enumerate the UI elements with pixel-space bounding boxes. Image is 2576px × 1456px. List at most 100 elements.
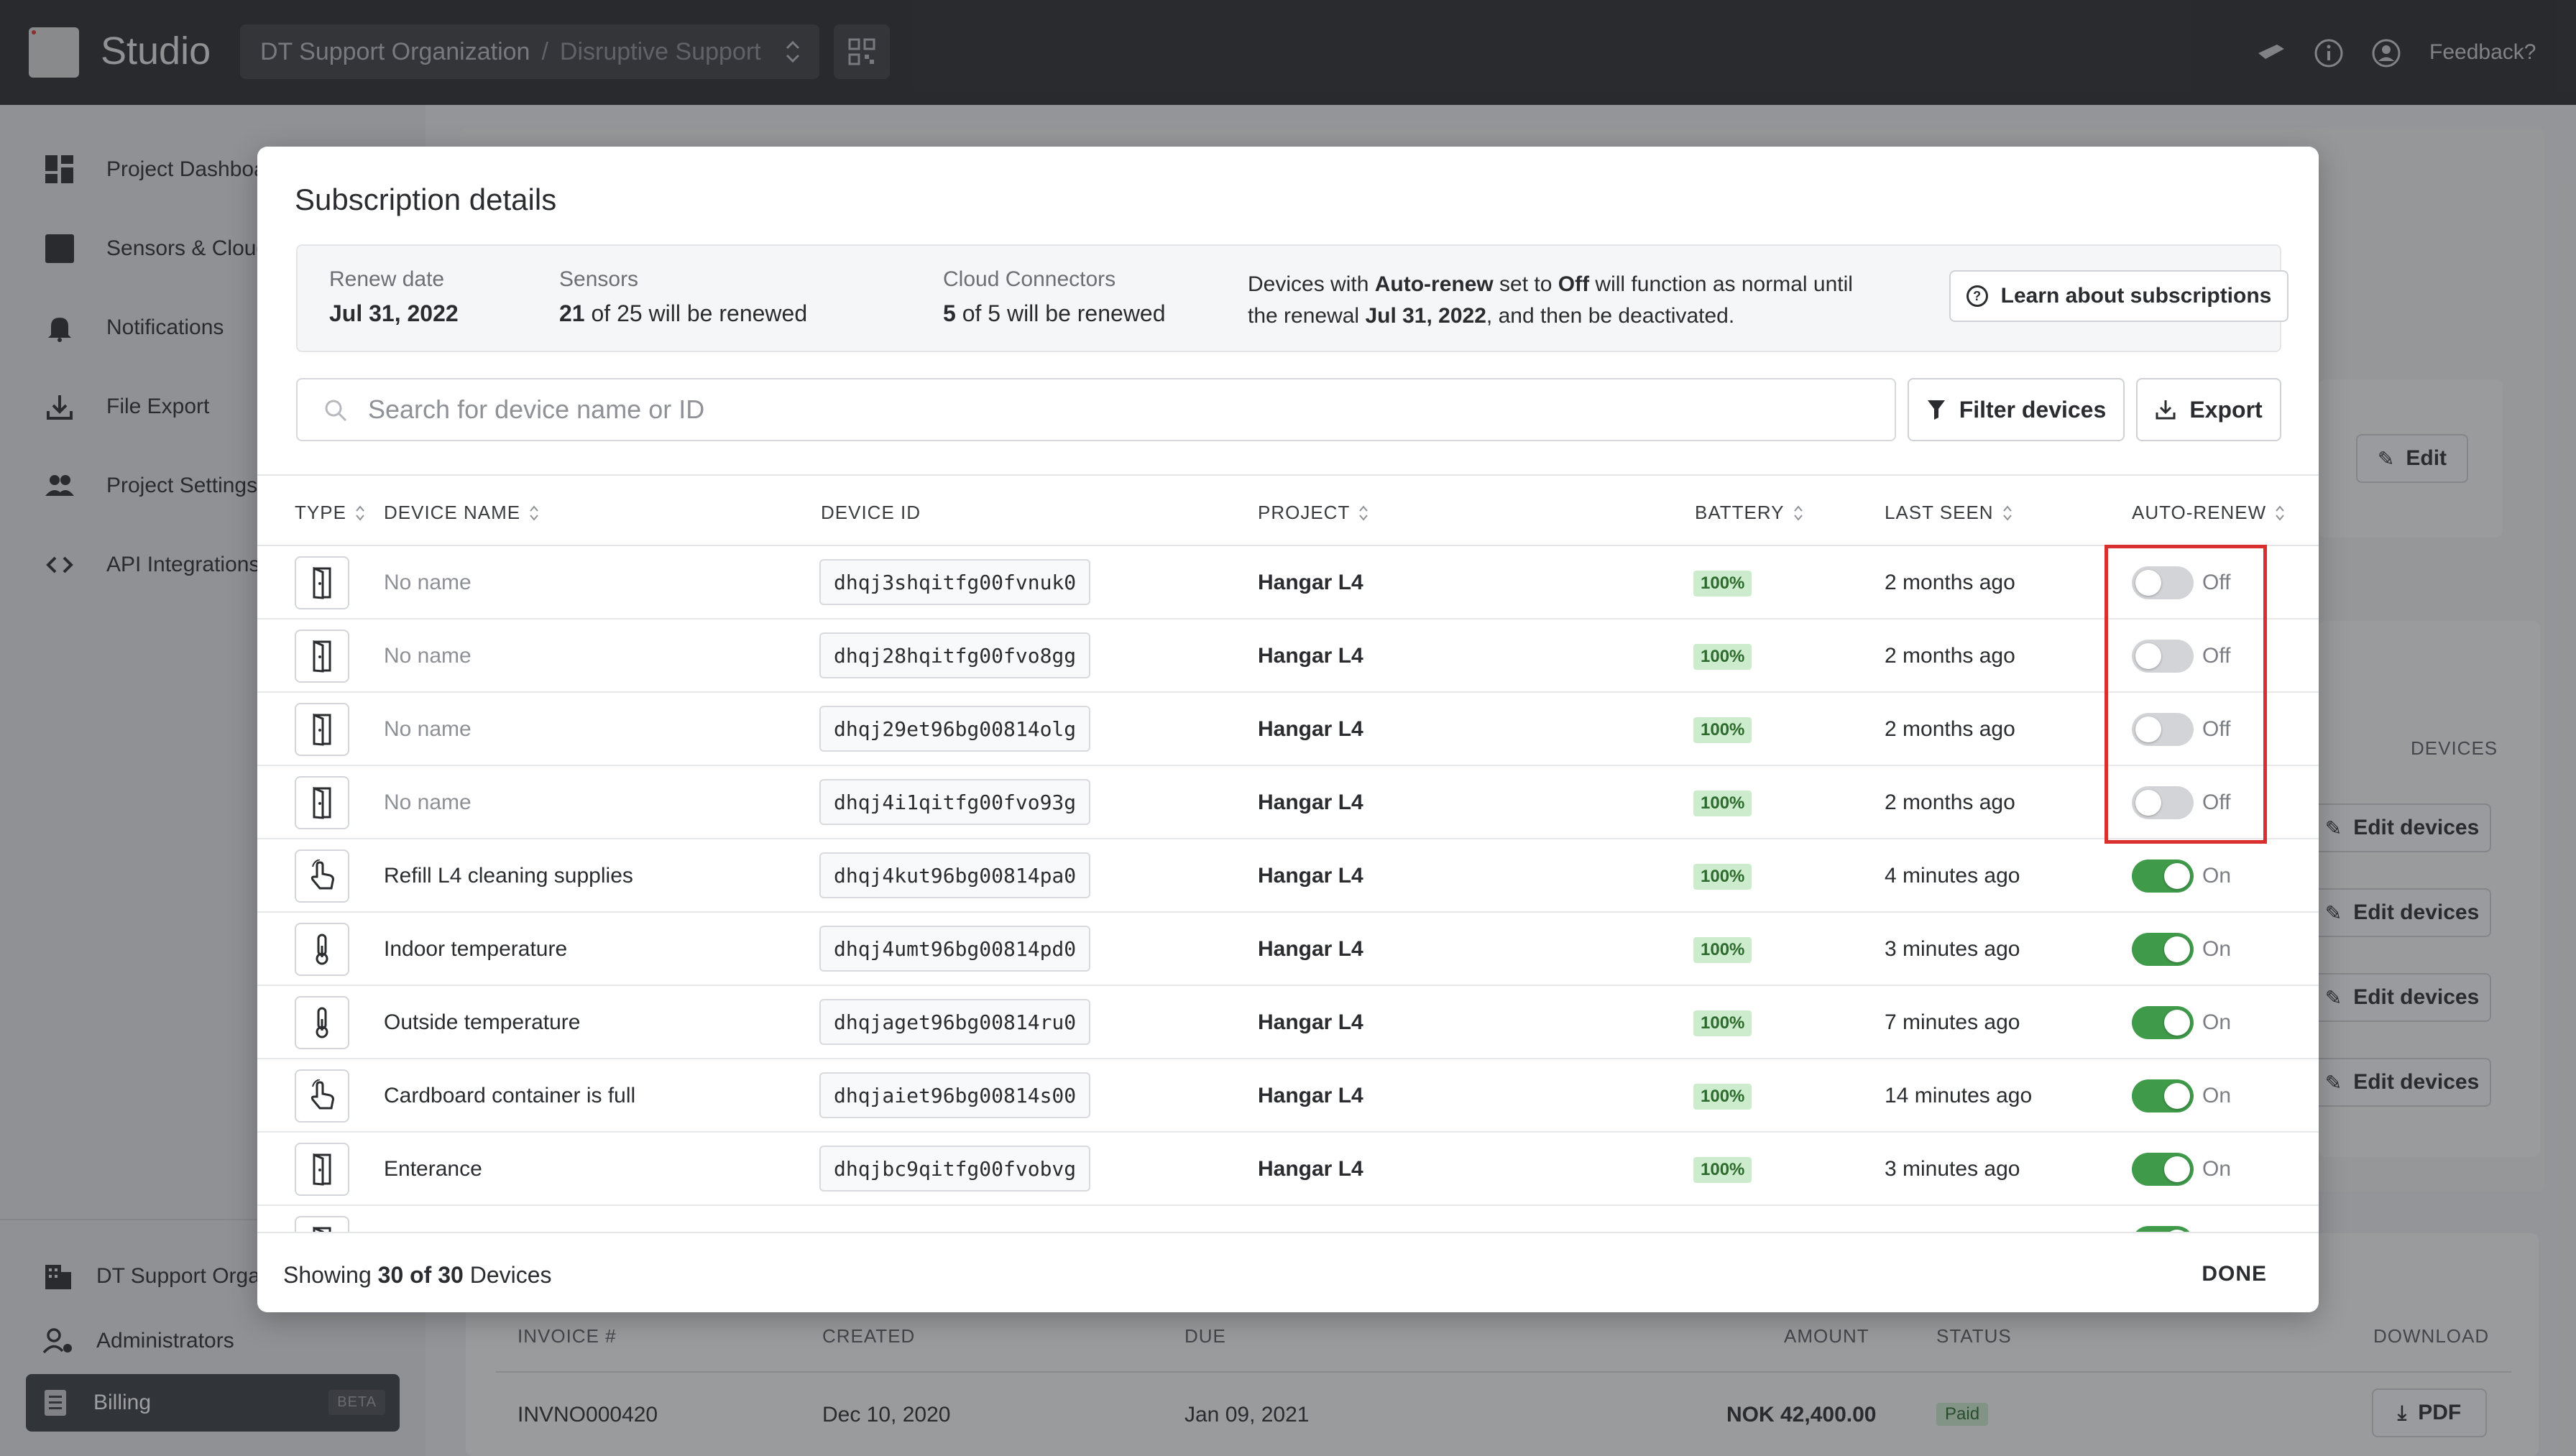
auto-renew-toggle[interactable] [2132,1079,2194,1112]
auto-renew-state: On [2202,1010,2232,1034]
temperature-sensor-icon [295,996,349,1049]
download-icon [2156,400,2176,420]
sort-icon [2276,504,2284,521]
toggle-knob [2164,1156,2190,1182]
last-seen: 4 minutes ago [1885,864,2020,888]
showing-count: Showing 30 of 30 Devices [283,1262,552,1288]
device-id: dhqj28hqitfg00fvo8gg [819,632,1091,678]
toggle-knob [2164,936,2190,962]
table-row: Outside temperature dhqjaget96bg00814ru0 H… [257,986,2319,1059]
search-icon [325,400,347,422]
device-name[interactable]: No name [384,791,472,815]
auto-renew-state: On [2202,937,2232,961]
device-name[interactable]: Indoor temperature [384,937,567,962]
device-name[interactable]: No name [384,644,472,668]
battery-badge: 100% [1693,644,1752,670]
export-button[interactable]: Export [2136,378,2281,441]
device-project: Hangar L4 [1258,644,1363,668]
filter-devices-button[interactable]: Filter devices [1908,378,2125,441]
sort-icon [530,504,538,521]
table-row: No name dhqj29et96bg00814olg Hangar L4 100%… [257,693,2319,766]
battery-badge: 100% [1693,791,1752,816]
device-project: Hangar L4 [1258,717,1363,741]
cloud-connectors-block: Cloud Connectors 5 of 5 will be renewed [943,267,1166,327]
devices-table-header: TYPE DEVICE NAME DEVICE ID PROJECT BATTE… [257,474,2319,546]
device-project: Hangar L4 [1258,791,1363,814]
column-project[interactable]: PROJECT [1258,502,1368,524]
device-project: Hangar L4 [1258,1157,1363,1181]
battery-badge: 100% [1693,571,1752,596]
device-name[interactable]: Refill L4 cleaning supplies [384,864,633,888]
device-id: dhqj3shqitfg00fvnuk0 [819,559,1091,605]
modal-footer: Showing 30 of 30 Devices DONE [257,1232,2319,1312]
device-id: dhqj4i1qitfg00fvo93g [819,779,1091,825]
table-row: No name dhqj28hqitfg00fvo8gg Hangar L4 100%… [257,619,2319,693]
sort-icon [1359,504,1368,521]
sort-icon [1793,504,1803,521]
column-device-id: DEVICE ID [821,502,921,523]
temperature-sensor-icon [295,923,349,976]
device-id: dhqj4kut96bg00814pa0 [819,852,1091,898]
renew-date-label: Renew date [329,267,445,291]
device-name[interactable]: No name [384,717,472,742]
device-name[interactable]: Cardboard container is full [384,1084,635,1108]
column-last-seen[interactable]: LAST SEEN [1885,502,2012,524]
column-device-name[interactable]: DEVICE NAME [384,502,539,524]
last-seen: 3 minutes ago [1885,937,2020,961]
table-row: No name dhqj3shqitfg00fvnuk0 Hangar L4 100%… [257,546,2319,619]
sort-icon [2002,504,2012,521]
device-project: Hangar L4 [1258,1010,1363,1034]
sort-icon [356,504,364,521]
auto-renew-toggle[interactable] [2132,1006,2194,1039]
device-name[interactable]: Enterance [384,1157,482,1181]
battery-badge: 100% [1693,937,1752,963]
sensors-value: 21 of 25 will be renewed [559,300,808,326]
column-auto-renew[interactable]: AUTO-RENEW [2132,502,2285,524]
modal-title: Subscription details [295,183,557,216]
device-project: Hangar L4 [1258,1084,1363,1107]
device-id: dhqjaget96bg00814ru0 [819,999,1091,1045]
column-type[interactable]: TYPE [295,502,365,524]
door-sensor-icon [295,703,349,756]
device-id: dhqjaiet96bg00814s00 [819,1072,1091,1118]
device-name[interactable]: No name [384,571,472,595]
column-battery[interactable]: BATTERY [1695,502,1803,524]
auto-renew-toggle[interactable] [2132,860,2194,893]
last-seen: 2 months ago [1885,717,2015,741]
battery-badge: 100% [1693,1084,1752,1110]
cloud-connectors-value: 5 of 5 will be renewed [943,300,1166,326]
subscription-summary: Renew date Jul 31, 2022 Sensors 21 of 25… [296,244,2288,352]
battery-badge: 100% [1693,717,1752,743]
last-seen: 3 minutes ago [1885,1157,2020,1181]
renew-date-block: Renew date Jul 31, 2022 [329,267,459,327]
help-circle-icon: ? [1966,285,1988,307]
device-name[interactable]: Outside temperature [384,1010,580,1035]
device-search-input[interactable]: Search for device name or ID [296,378,1896,441]
table-row: Refill L4 cleaning supplies dhqj4kut96bg0… [257,839,2319,913]
auto-renew-toggle[interactable] [2132,933,2194,966]
learn-about-subscriptions-button[interactable]: ? Learn about subscriptions [1949,270,2288,322]
auto-renew-off-highlight [2104,545,2267,844]
battery-badge: 100% [1693,1157,1752,1183]
battery-badge: 100% [1693,1010,1752,1036]
door-sensor-icon [295,776,349,829]
door-sensor-icon [295,630,349,683]
device-id: dhqj4umt96bg00814pd0 [819,926,1091,972]
export-label: Export [2189,396,2263,423]
table-row: Indoor temperature dhqj4umt96bg00814pd0 Ha… [257,913,2319,986]
auto-renew-toggle[interactable] [2132,1153,2194,1186]
last-seen: 2 months ago [1885,571,2015,594]
toggle-knob [2164,1083,2190,1109]
sensors-label: Sensors [559,267,639,291]
table-row: Enterance dhqjbc9qitfg00fvobvg Hangar L4 10… [257,1133,2319,1206]
device-id: dhqjbc9qitfg00fvobvg [819,1146,1091,1192]
auto-renew-note: Devices with Auto-renew set to Off will … [1248,272,1853,328]
last-seen: 7 minutes ago [1885,1010,2020,1034]
door-sensor-icon [295,1143,349,1196]
last-seen: 2 months ago [1885,791,2015,814]
device-project: Hangar L4 [1258,864,1363,888]
filter-icon [1927,400,1945,420]
touch-sensor-icon [295,849,349,903]
search-placeholder: Search for device name or ID [368,395,705,424]
done-button[interactable]: DONE [2202,1262,2267,1286]
